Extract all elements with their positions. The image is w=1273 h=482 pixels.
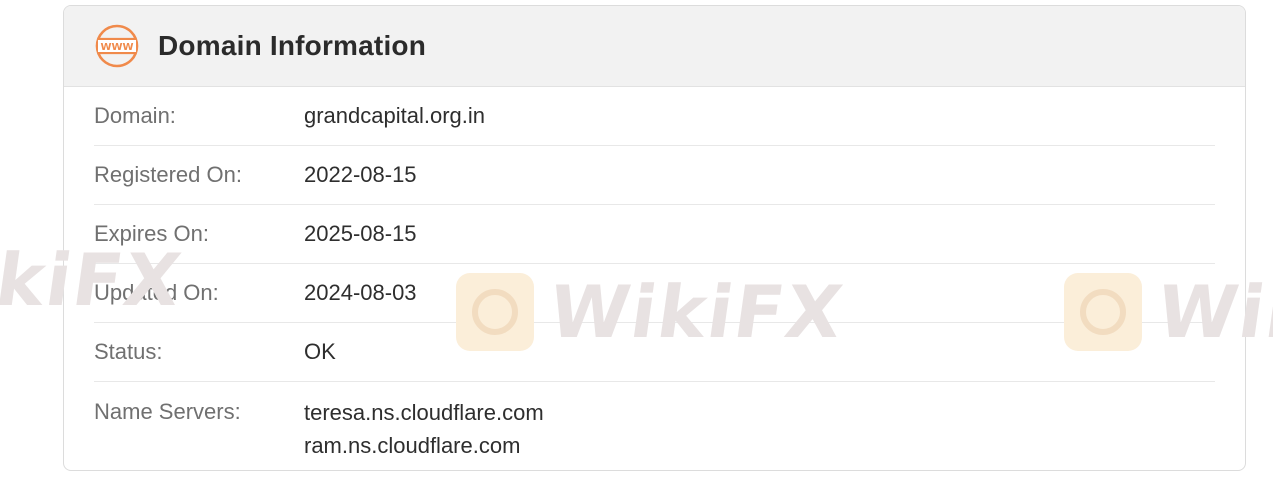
- card-title: Domain Information: [158, 30, 427, 61]
- row-label: Domain:: [94, 103, 176, 128]
- info-row-registered-on: Registered On: 2022-08-15: [94, 146, 1215, 205]
- info-row-expires-on: Expires On: 2025-08-15: [94, 205, 1215, 264]
- www-globe-icon: WWW: [94, 23, 140, 69]
- status-value: OK: [304, 339, 336, 364]
- row-label: Expires On:: [94, 221, 209, 246]
- row-value: grandcapital.org.in: [304, 103, 486, 128]
- name-servers-list: teresa.ns.cloudflare.com ram.ns.cloudfla…: [304, 399, 544, 462]
- svg-text:WWW: WWW: [100, 42, 133, 53]
- domain-information-card: WWW Domain Information Domain: grandcapi…: [63, 5, 1246, 471]
- info-row-domain: Domain: grandcapital.org.in: [94, 87, 1215, 146]
- row-value: 2022-08-15: [304, 162, 417, 187]
- info-row-status: Status: OK: [94, 323, 1215, 382]
- row-value: 2024-08-03: [304, 280, 417, 305]
- row-label: Name Servers:: [94, 399, 241, 424]
- row-label: Registered On:: [94, 162, 242, 187]
- row-label: Status:: [94, 339, 163, 364]
- card-header: WWW Domain Information: [64, 6, 1245, 87]
- name-server-item: ram.ns.cloudflare.com: [304, 433, 521, 458]
- domain-info-rows: Domain: grandcapital.org.in Registered O…: [64, 87, 1245, 470]
- info-row-name-servers: Name Servers: teresa.ns.cloudflare.com r…: [94, 382, 1215, 470]
- page: WWW Domain Information Domain: grandcapi…: [0, 0, 1273, 482]
- row-value: 2025-08-15: [304, 221, 417, 246]
- name-server-item: teresa.ns.cloudflare.com: [304, 400, 544, 425]
- info-row-updated-on: Updated On: 2024-08-03: [94, 264, 1215, 323]
- row-label: Updated On:: [94, 280, 219, 305]
